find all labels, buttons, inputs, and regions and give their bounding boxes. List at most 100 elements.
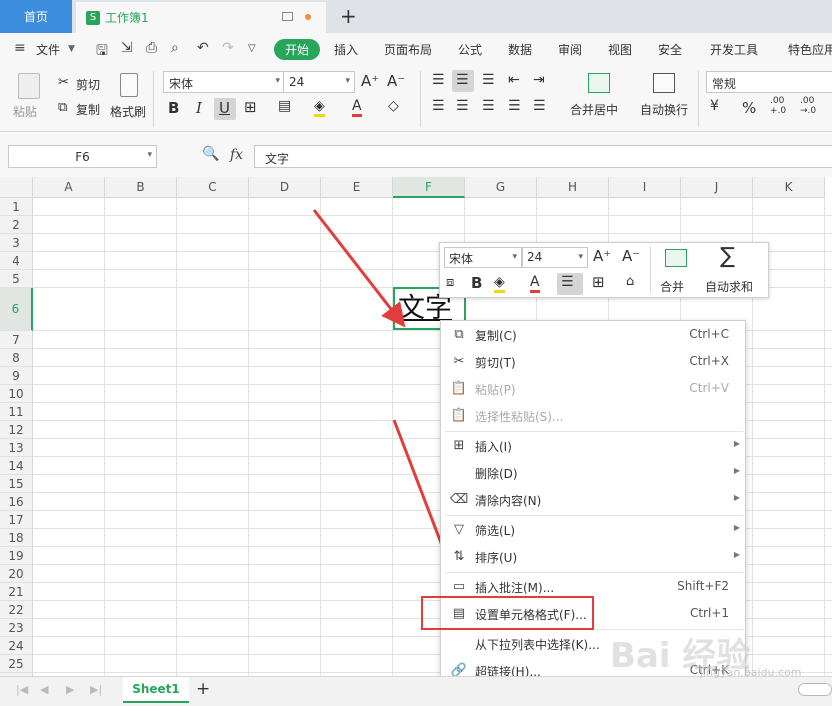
row-header-23[interactable]: 23 bbox=[0, 619, 33, 637]
row-header-1[interactable]: 1 bbox=[0, 198, 33, 216]
sheet-tab[interactable]: Sheet1 bbox=[123, 677, 189, 703]
mini-font-select[interactable]: 宋体 ▾ bbox=[444, 247, 522, 268]
row-header-16[interactable]: 16 bbox=[0, 493, 33, 511]
row-header-20[interactable]: 20 bbox=[0, 565, 33, 583]
column-header-j[interactable]: J bbox=[681, 177, 753, 198]
select-all-corner[interactable] bbox=[0, 177, 33, 198]
align-middle-icon[interactable]: ☰ bbox=[456, 72, 469, 88]
align-bottom-icon[interactable]: ☰ bbox=[482, 72, 495, 88]
mini-bold-button[interactable]: B bbox=[471, 274, 482, 292]
wrap-text-button[interactable]: 自动换行 bbox=[640, 101, 688, 118]
context-menu-item-8[interactable]: ⇅ 排序(U) ▶ bbox=[441, 543, 745, 570]
menu-featured[interactable]: 特色应用 bbox=[788, 41, 832, 58]
menu-view[interactable]: 视图 bbox=[608, 41, 632, 58]
menu-review[interactable]: 审阅 bbox=[558, 41, 582, 58]
paste-button[interactable]: 粘贴 bbox=[13, 103, 37, 120]
paste-icon[interactable] bbox=[18, 73, 40, 99]
column-header-k[interactable]: K bbox=[753, 177, 825, 198]
align-top-icon[interactable]: ☰ bbox=[432, 72, 445, 88]
column-header-c[interactable]: C bbox=[177, 177, 249, 198]
menu-data[interactable]: 数据 bbox=[508, 41, 532, 58]
column-header-h[interactable]: H bbox=[537, 177, 609, 198]
row-header-2[interactable]: 2 bbox=[0, 216, 33, 234]
mini-merge-button[interactable]: 合并 bbox=[660, 278, 684, 295]
column-header-e[interactable]: E bbox=[321, 177, 393, 198]
font-color-icon[interactable]: A bbox=[352, 98, 362, 117]
underline-icon[interactable]: U bbox=[219, 99, 230, 117]
fill-color-icon[interactable]: ◈ bbox=[494, 274, 505, 293]
undo-icon[interactable]: ↶ bbox=[197, 40, 209, 56]
menu-insert[interactable]: 插入 bbox=[334, 41, 358, 58]
menu-file[interactable]: 文件 bbox=[36, 41, 60, 58]
bold-icon[interactable]: B bbox=[168, 99, 179, 117]
row-header-9[interactable]: 9 bbox=[0, 367, 33, 385]
row-header-4[interactable]: 4 bbox=[0, 252, 33, 270]
increase-font-icon[interactable]: A⁺ bbox=[361, 72, 379, 90]
row-header-18[interactable]: 18 bbox=[0, 529, 33, 547]
menu-start[interactable]: 开始 bbox=[274, 39, 320, 60]
context-menu-item-6[interactable]: ⌫ 清除内容(N) ▶ bbox=[441, 486, 745, 513]
row-header-14[interactable]: 14 bbox=[0, 457, 33, 475]
indent-icon[interactable]: ⇥ bbox=[533, 72, 545, 88]
zoom-icon[interactable]: 🔍 bbox=[202, 146, 219, 162]
context-menu-item-5[interactable]: 删除(D) ▶ bbox=[441, 459, 745, 486]
font-size-select[interactable]: 24 ▾ bbox=[283, 71, 355, 93]
justify-icon[interactable]: ☰ bbox=[508, 98, 521, 114]
formula-input[interactable]: 文字 bbox=[254, 145, 832, 168]
row-header-21[interactable]: 21 bbox=[0, 583, 33, 601]
border-icon[interactable]: ⊞ bbox=[244, 98, 257, 116]
tab-document[interactable]: S 工作簿1 bbox=[76, 2, 326, 33]
export-icon[interactable]: ⇲ bbox=[121, 40, 133, 56]
chevron-down-icon[interactable]: ▼ bbox=[68, 44, 75, 54]
row-header-25[interactable]: 25 bbox=[0, 655, 33, 673]
scissors-icon[interactable]: ✂ bbox=[58, 75, 69, 90]
next-sheet-icon[interactable]: ▶ bbox=[66, 683, 74, 696]
new-tab-button[interactable]: + bbox=[340, 4, 357, 28]
column-header-b[interactable]: B bbox=[105, 177, 177, 198]
print-preview-icon[interactable]: ⌕ bbox=[171, 40, 179, 56]
outdent-icon[interactable]: ⇤ bbox=[508, 72, 520, 88]
row-header-24[interactable]: 24 bbox=[0, 637, 33, 655]
row-header-3[interactable]: 3 bbox=[0, 234, 33, 252]
mini-size-select[interactable]: 24 ▾ bbox=[522, 247, 588, 268]
cell-style-icon[interactable]: ▤ bbox=[278, 98, 291, 114]
last-sheet-icon[interactable]: ▶| bbox=[90, 683, 102, 696]
align-left-icon[interactable]: ☰ bbox=[432, 98, 445, 114]
menu-formula[interactable]: 公式 bbox=[458, 41, 482, 58]
menu-security[interactable]: 安全 bbox=[658, 41, 682, 58]
column-header-d[interactable]: D bbox=[249, 177, 321, 198]
first-sheet-icon[interactable]: |◀ bbox=[16, 683, 28, 696]
save-icon[interactable]: 🖫 bbox=[96, 40, 108, 64]
row-header-15[interactable]: 15 bbox=[0, 475, 33, 493]
row-header-5[interactable]: 5 bbox=[0, 270, 33, 288]
decrease-font-icon[interactable]: A⁻ bbox=[622, 247, 640, 265]
align-center-icon[interactable]: ☰ bbox=[456, 98, 469, 114]
context-menu-item-4[interactable]: ⊞ 插入(I) ▶ bbox=[441, 432, 745, 459]
row-header-17[interactable]: 17 bbox=[0, 511, 33, 529]
clear-icon[interactable]: ◇ bbox=[388, 98, 399, 114]
redo-icon[interactable]: ↷ bbox=[222, 40, 234, 56]
column-header-i[interactable]: I bbox=[609, 177, 681, 198]
hamburger-icon[interactable]: ≡ bbox=[14, 40, 26, 56]
decrease-font-icon[interactable]: A⁻ bbox=[387, 72, 405, 90]
row-header-13[interactable]: 13 bbox=[0, 439, 33, 457]
percent-button[interactable]: % bbox=[742, 99, 756, 117]
format-painter-icon[interactable] bbox=[120, 73, 138, 97]
cut-button[interactable]: 剪切 bbox=[76, 76, 100, 93]
merge-icon[interactable] bbox=[665, 249, 687, 267]
font-family-select[interactable]: 宋体 ▾ bbox=[163, 71, 285, 93]
monitor-icon[interactable] bbox=[282, 12, 293, 21]
context-menu-item-7[interactable]: ▽ 筛选(L) ▶ bbox=[441, 516, 745, 543]
increase-font-icon[interactable]: A⁺ bbox=[593, 247, 611, 265]
quick-access-more-icon[interactable]: ▽ bbox=[248, 43, 256, 54]
row-header-12[interactable]: 12 bbox=[0, 421, 33, 439]
copy-icon[interactable]: ⧉ bbox=[58, 100, 67, 115]
tab-home[interactable]: 首页 bbox=[0, 0, 72, 33]
row-header-6[interactable]: 6 bbox=[0, 288, 33, 331]
context-menu-item-0[interactable]: ⧉ 复制(C) Ctrl+C bbox=[441, 321, 745, 348]
prev-sheet-icon[interactable]: ◀ bbox=[40, 683, 48, 696]
border-icon[interactable]: ⊞ bbox=[592, 273, 605, 291]
name-box[interactable]: F6 ▾ bbox=[8, 145, 157, 168]
horizontal-scrollbar[interactable] bbox=[798, 683, 832, 696]
row-header-11[interactable]: 11 bbox=[0, 403, 33, 421]
